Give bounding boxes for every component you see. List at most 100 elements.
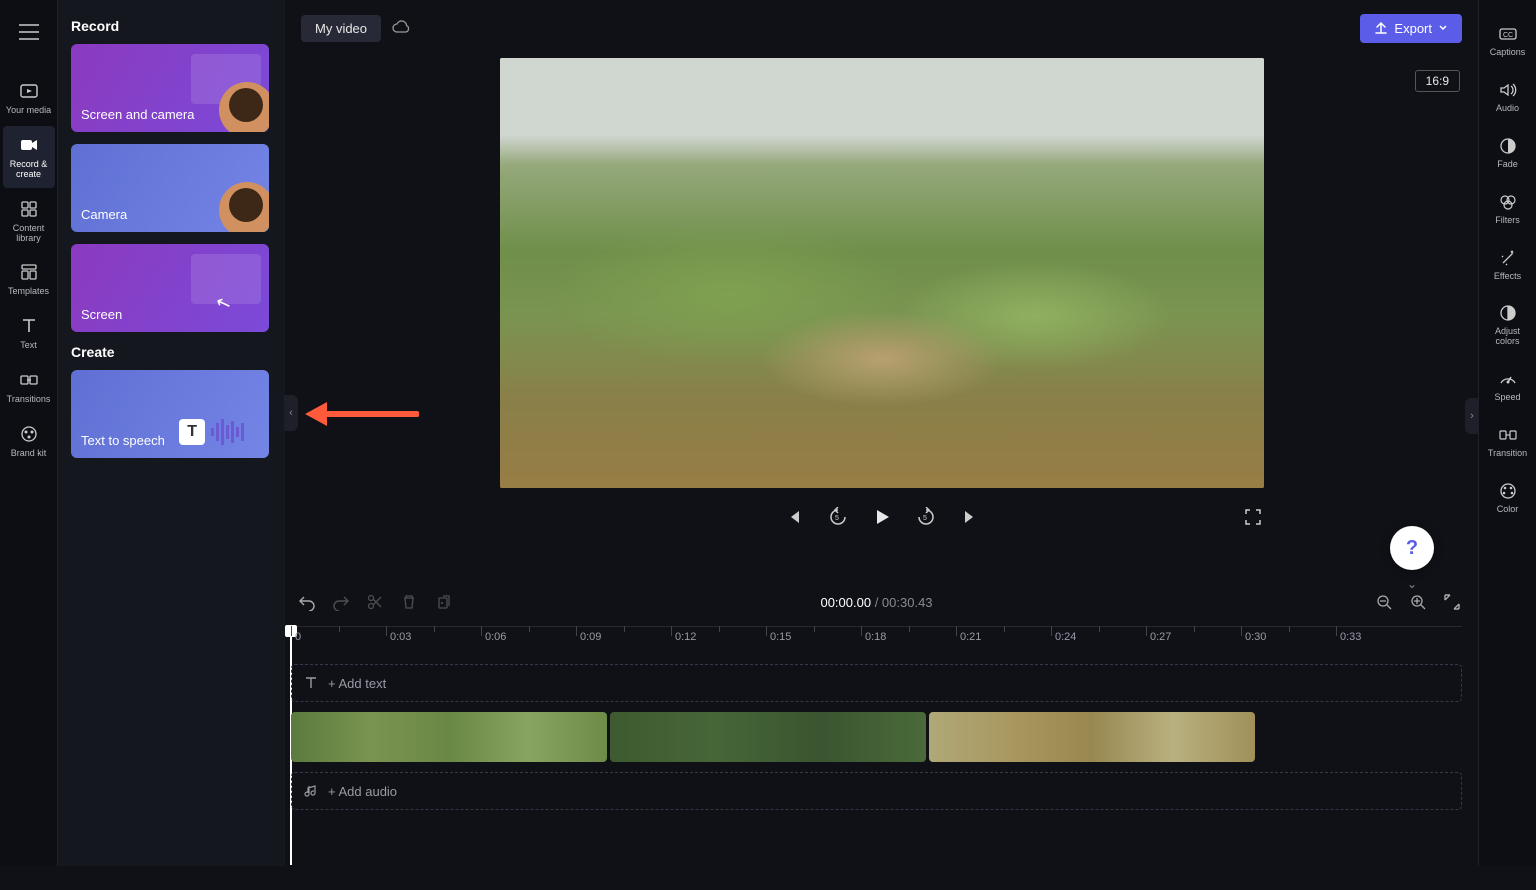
- prop-adjust-colors[interactable]: Adjust colors: [1482, 293, 1534, 357]
- prop-fade[interactable]: Fade: [1482, 126, 1534, 180]
- ruler-major-mark: [956, 626, 957, 636]
- ruler-minor-mark: [1099, 626, 1100, 632]
- ruler-tick-label: 0:03: [390, 631, 411, 643]
- media-icon: [18, 80, 40, 102]
- card-text-to-speech[interactable]: T Text to speech: [71, 370, 269, 458]
- timeline-ruler[interactable]: 00:030:060:090:120:150:180:210:240:270:3…: [291, 626, 1462, 660]
- ruler-major-mark: [1241, 626, 1242, 636]
- skip-end-button[interactable]: [959, 506, 981, 528]
- ruler-minor-mark: [339, 626, 340, 632]
- text-track[interactable]: + Add text: [291, 664, 1462, 702]
- ruler-tick-label: 0: [295, 631, 301, 643]
- skip-start-button[interactable]: [783, 506, 805, 528]
- aspect-ratio-badge[interactable]: 16:9: [1415, 70, 1460, 92]
- ruler-major-mark: [766, 626, 767, 636]
- audio-track[interactable]: + Add audio: [291, 772, 1462, 810]
- nav-templates[interactable]: Templates: [3, 253, 55, 305]
- nav-label: Your media: [6, 106, 51, 116]
- zoom-out-button[interactable]: [1374, 592, 1394, 612]
- color-icon: [1498, 481, 1518, 501]
- nav-content-library[interactable]: Content library: [3, 190, 55, 252]
- transitions-icon: [18, 369, 40, 391]
- add-text-label: + Add text: [328, 676, 386, 691]
- avatar-decor: [219, 82, 269, 132]
- ruler-tick-label: 0:18: [865, 631, 886, 643]
- forward-button[interactable]: 5: [915, 506, 937, 528]
- duplicate-button[interactable]: [433, 592, 453, 612]
- play-button[interactable]: [871, 506, 893, 528]
- rewind-button[interactable]: 5: [827, 506, 849, 528]
- audio-icon: [1498, 80, 1518, 100]
- timeline-toolbar: 00:00.00 / 00:30.43: [291, 586, 1462, 618]
- card-label: Text to speech: [81, 433, 165, 448]
- nav-label: Content library: [5, 224, 53, 244]
- templates-icon: [18, 261, 40, 283]
- card-screen[interactable]: ↖ Screen: [71, 244, 269, 332]
- ruler-tick-label: 0:33: [1340, 631, 1361, 643]
- nav-transitions[interactable]: Transitions: [3, 361, 55, 413]
- record-icon: [18, 134, 40, 156]
- panel-heading-record: Record: [71, 18, 272, 34]
- prop-captions[interactable]: CC Captions: [1482, 14, 1534, 68]
- card-camera[interactable]: Camera: [71, 144, 269, 232]
- current-time: 00:00.00: [820, 595, 871, 610]
- fullscreen-button[interactable]: [1242, 506, 1264, 528]
- export-label: Export: [1394, 21, 1432, 36]
- redo-button[interactable]: [331, 592, 351, 612]
- video-clip-1[interactable]: [291, 712, 607, 762]
- cloud-sync-icon[interactable]: [391, 18, 411, 38]
- filters-icon: [1498, 192, 1518, 212]
- video-clip-2[interactable]: [610, 712, 926, 762]
- record-create-panel: Record Screen and camera Camera ↖ Screen…: [58, 0, 285, 866]
- video-preview[interactable]: [500, 58, 1264, 488]
- ruler-minor-mark: [434, 626, 435, 632]
- prop-speed[interactable]: Speed: [1482, 359, 1534, 413]
- nav-label: Text: [20, 341, 37, 351]
- svg-text:5: 5: [923, 515, 927, 522]
- split-button[interactable]: [365, 592, 385, 612]
- prop-color[interactable]: Color: [1482, 471, 1534, 525]
- ruler-tick-label: 0:30: [1245, 631, 1266, 643]
- ruler-tick-label: 0:24: [1055, 631, 1076, 643]
- text-icon: [18, 315, 40, 337]
- prop-filters[interactable]: Filters: [1482, 182, 1534, 236]
- zoom-in-button[interactable]: [1408, 592, 1428, 612]
- ruler-tick-label: 0:15: [770, 631, 791, 643]
- ruler-tick-label: 0:21: [960, 631, 981, 643]
- brand-icon: [18, 423, 40, 445]
- prop-transition[interactable]: Transition: [1482, 415, 1534, 469]
- undo-button[interactable]: [297, 592, 317, 612]
- ruler-minor-mark: [719, 626, 720, 632]
- project-title[interactable]: My video: [301, 15, 381, 42]
- library-icon: [18, 198, 40, 220]
- nav-record-create[interactable]: Record & create: [3, 126, 55, 188]
- nav-brand-kit[interactable]: Brand kit: [3, 415, 55, 467]
- nav-your-media[interactable]: Your media: [3, 72, 55, 124]
- help-button[interactable]: ?: [1390, 526, 1434, 570]
- ruler-major-mark: [291, 626, 292, 636]
- card-screen-and-camera[interactable]: Screen and camera: [71, 44, 269, 132]
- music-icon: [304, 784, 318, 798]
- transition-icon: [1498, 425, 1518, 445]
- svg-text:CC: CC: [1503, 32, 1513, 39]
- prop-effects[interactable]: Effects: [1482, 238, 1534, 292]
- hamburger-menu[interactable]: [11, 14, 47, 50]
- export-button[interactable]: Export: [1360, 14, 1462, 43]
- ruler-minor-mark: [1289, 626, 1290, 632]
- preview-area: 16:9 5 5 ? ⌄: [285, 56, 1478, 576]
- avatar-decor: [219, 182, 269, 232]
- zoom-controls: [1374, 592, 1462, 612]
- video-clip-3[interactable]: [929, 712, 1255, 762]
- ruler-major-mark: [576, 626, 577, 636]
- delete-button[interactable]: [399, 592, 419, 612]
- ruler-major-mark: [1146, 626, 1147, 636]
- prop-audio[interactable]: Audio: [1482, 70, 1534, 124]
- video-track[interactable]: [291, 712, 1462, 762]
- ruler-minor-mark: [1194, 626, 1195, 632]
- fit-button[interactable]: [1442, 592, 1462, 612]
- ruler-major-mark: [671, 626, 672, 636]
- ruler-tick-label: 0:27: [1150, 631, 1171, 643]
- card-label: Screen and camera: [81, 107, 194, 122]
- right-panel-collapse-toggle[interactable]: ›: [1465, 398, 1479, 434]
- nav-text[interactable]: Text: [3, 307, 55, 359]
